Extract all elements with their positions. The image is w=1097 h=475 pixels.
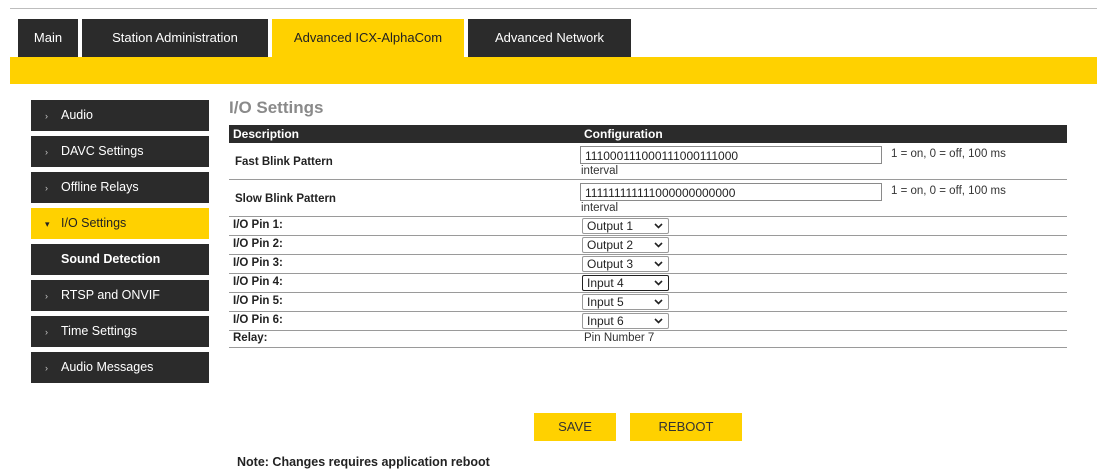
io-pin-label: I/O Pin 1: [233, 219, 283, 231]
select-value: Output 3 [587, 257, 634, 271]
relay-value: Pin Number 7 [584, 332, 655, 344]
sidebar-item-davc-settings[interactable]: › DAVC Settings [31, 136, 209, 167]
sidebar-item-label: RTSP and ONVIF [61, 288, 160, 302]
chevron-down-icon [654, 223, 663, 229]
slow-blink-hint: 1 = on, 0 = off, 100 ms [891, 185, 1006, 197]
sidebar-item-label: Audio Messages [61, 360, 154, 374]
select-value: Output 2 [587, 238, 634, 252]
reboot-note: Note: Changes requires application reboo… [237, 455, 490, 469]
chevron-down-icon [654, 280, 663, 286]
io-pin-row: I/O Pin 6: Input 6 [229, 312, 1067, 331]
sidebar-item-rtsp-onvif[interactable]: › RTSP and ONVIF [31, 280, 209, 311]
sidebar-item-label: I/O Settings [61, 216, 127, 230]
sidebar-item-label: DAVC Settings [61, 144, 144, 158]
io-pin-row: I/O Pin 4: Input 4 [229, 274, 1067, 293]
chevron-right-icon: › [45, 363, 48, 373]
relay-label: Relay: [233, 332, 268, 344]
action-buttons: SAVE REBOOT [534, 413, 742, 441]
select-value: Input 5 [587, 295, 624, 309]
chevron-right-icon: › [45, 327, 48, 337]
chevron-down-icon: ▾ [45, 219, 50, 229]
io-pin-row: I/O Pin 2: Output 2 [229, 236, 1067, 255]
main-content: I/O Settings Description Configuration F… [229, 96, 1067, 469]
io-pin-5-select[interactable]: Input 5 [582, 294, 669, 310]
chevron-right-icon: › [45, 111, 48, 121]
select-value: Input 6 [587, 314, 624, 328]
fast-blink-hint: 1 = on, 0 = off, 100 ms [891, 148, 1006, 160]
io-pin-row: I/O Pin 3: Output 3 [229, 255, 1067, 274]
sidebar-item-label: Audio [61, 108, 93, 122]
io-pin-3-select[interactable]: Output 3 [582, 256, 669, 272]
chevron-down-icon [654, 299, 663, 305]
relay-row: Relay: Pin Number 7 [229, 331, 1067, 348]
slow-blink-label: Slow Blink Pattern [235, 193, 336, 205]
sidebar-item-audio-messages[interactable]: › Audio Messages [31, 352, 209, 383]
sidebar: › Audio › DAVC Settings › Offline Relays ▾ I… [31, 100, 209, 388]
page-title: I/O Settings [229, 98, 324, 117]
io-pin-label: I/O Pin 3: [233, 257, 283, 269]
tab-advanced-icx-alphacom[interactable]: Advanced ICX-AlphaCom [272, 19, 464, 57]
sidebar-item-time-settings[interactable]: › Time Settings [31, 316, 209, 347]
sidebar-item-offline-relays[interactable]: › Offline Relays [31, 172, 209, 203]
sub-menu-bar [10, 57, 1097, 84]
save-button[interactable]: SAVE [534, 413, 616, 441]
chevron-down-icon [654, 242, 663, 248]
sidebar-item-audio[interactable]: › Audio [31, 100, 209, 131]
io-pin-label: I/O Pin 2: [233, 238, 283, 250]
io-pin-4-select[interactable]: Input 4 [582, 275, 669, 291]
io-pin-row: I/O Pin 1: Output 1 [229, 217, 1067, 236]
io-pin-label: I/O Pin 5: [233, 295, 283, 307]
select-value: Input 4 [587, 276, 624, 290]
io-pin-label: I/O Pin 6: [233, 314, 283, 326]
io-pin-row: I/O Pin 5: Input 5 [229, 293, 1067, 312]
tab-main[interactable]: Main [18, 19, 78, 57]
io-pin-label: I/O Pin 4: [233, 276, 283, 288]
chevron-right-icon: › [45, 291, 48, 301]
select-value: Output 1 [587, 219, 634, 233]
column-header-description: Description [233, 127, 300, 141]
slow-blink-input[interactable]: 111111111111000000000000 [580, 183, 882, 201]
column-header-configuration: Configuration [584, 127, 663, 141]
table-header: Description Configuration [229, 125, 1067, 143]
top-divider [10, 8, 1097, 9]
slow-blink-row: Slow Blink Pattern 111111111111000000000… [229, 180, 1067, 217]
reboot-button[interactable]: REBOOT [630, 413, 742, 441]
sidebar-item-label: Offline Relays [61, 180, 139, 194]
io-pin-1-select[interactable]: Output 1 [582, 218, 669, 234]
fast-blink-row: Fast Blink Pattern 111000111000111000111… [229, 143, 1067, 180]
chevron-down-icon [654, 318, 663, 324]
tab-station-administration[interactable]: Station Administration [82, 19, 268, 57]
io-pin-6-select[interactable]: Input 6 [582, 313, 669, 329]
fast-blink-hint-interval: interval [581, 165, 619, 177]
io-pin-2-select[interactable]: Output 2 [582, 237, 669, 253]
chevron-right-icon: › [45, 183, 48, 193]
fast-blink-input[interactable]: 111000111000111000111000 [580, 146, 882, 164]
sidebar-item-sound-detection[interactable]: Sound Detection [31, 244, 209, 275]
fast-blink-label: Fast Blink Pattern [235, 156, 333, 168]
chevron-right-icon: › [45, 147, 48, 157]
sidebar-item-label: Sound Detection [61, 252, 161, 266]
sidebar-item-label: Time Settings [61, 324, 137, 338]
tab-advanced-network[interactable]: Advanced Network [468, 19, 631, 57]
chevron-down-icon [654, 261, 663, 267]
slow-blink-hint-interval: interval [581, 202, 619, 214]
sidebar-item-io-settings[interactable]: ▾ I/O Settings [31, 208, 209, 239]
main-tabs: Main Station Administration Advanced ICX… [18, 19, 631, 57]
